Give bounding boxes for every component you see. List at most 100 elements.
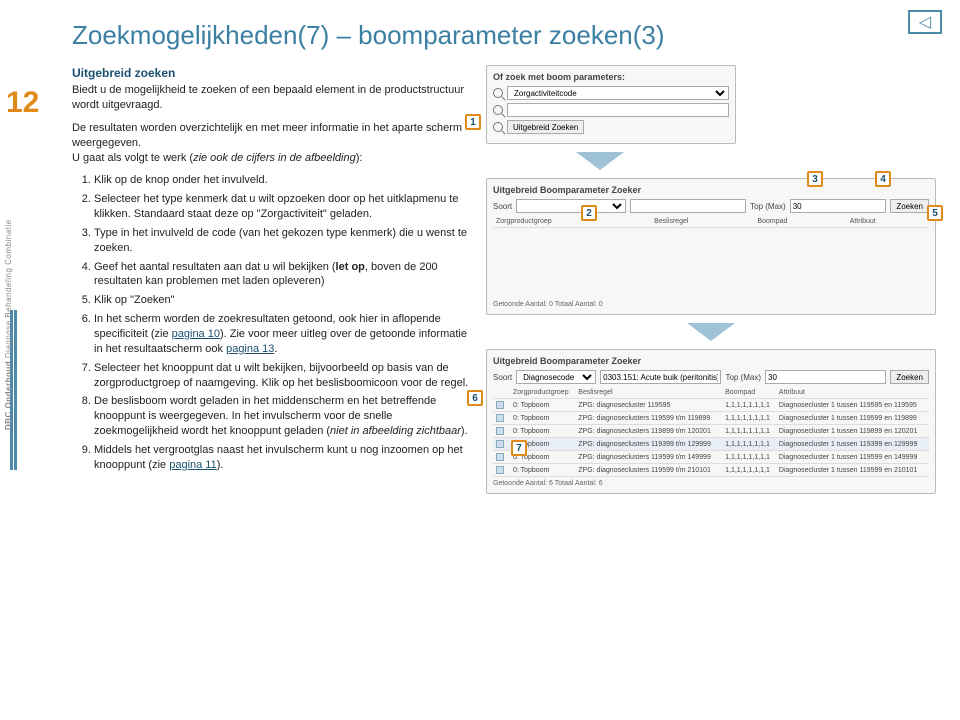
shot2-soort-select[interactable] [516,199,626,213]
callout-6: 6 [467,390,483,406]
step-4: Geef het aantal resultaten aan dat u wil… [94,260,472,290]
table-row[interactable]: 0: TopboomZPG: diagnoseclusters 119599 t… [493,464,929,477]
cell-path: 1,1,1,1,1,1,1,1 [722,425,776,438]
shot2-code-input[interactable] [630,199,746,213]
brand-main: DBC Onderhoud [4,361,13,430]
shot2-top-input[interactable] [790,199,887,213]
shot2-h4: Attribuut [847,216,929,228]
cell-rule: ZPG: diagnoseclusters 119599 t/m 210101 [575,464,722,477]
s8d: ). [461,425,468,437]
shot2-title: Uitgebreid Boomparameter Zoeker [493,185,929,195]
cell-rule: ZPG: diagnoseclusters 119899 t/m 120201 [575,425,722,438]
shot2-footer: Getoonde Aantal: 0 Totaal Aantal: 0 [493,301,929,308]
shot3-soort-label: Soort [493,373,512,382]
shot3-footer: Getoonde Aantal: 6 Totaal Aantal: 6 [493,480,929,487]
callout-4: 4 [875,171,891,187]
cell-attr: Diagnosecluster 1 tussen 119595 en 11959… [776,399,929,412]
shot2-soort-label: Soort [493,202,512,211]
shot2-table: ZorgproductgroepBeslisregelBoompadAttrib… [493,216,929,228]
callout-3: 3 [807,171,823,187]
s4a: Geef het aantal resultaten aan dat u wil… [94,261,336,273]
tree-icon[interactable] [496,427,504,435]
cell-attr: Diagnosecluster 1 tussen 119899 en 12020… [776,425,929,438]
tree-icon-cell[interactable] [493,412,510,425]
shot3-zoek-btn[interactable]: Zoeken [890,370,929,384]
tree-icon[interactable] [496,466,504,474]
shot3-title: Uitgebreid Boomparameter Zoeker [493,356,929,366]
magnifier-icon-2[interactable] [493,105,503,115]
step-6: In het scherm worden de zoekresultaten g… [94,312,472,357]
step-7: Selecteer het knooppunt dat u wilt bekij… [94,361,472,391]
shot3-top-input[interactable] [765,370,886,384]
shot3-code-input[interactable] [600,370,721,384]
brand-sub: Diagnose Behandeling Combinatie [4,219,13,358]
tree-icon-cell[interactable] [493,464,510,477]
callout-2: 2 [581,205,597,221]
s3h4: Attribuut [776,387,929,399]
table-row[interactable]: 0: TopboomZPG: diagnoseclusters 119599 t… [493,412,929,425]
tree-icon[interactable] [496,440,504,448]
intro-p2: De resultaten worden overzichtelijk en m… [72,121,472,166]
step-2: Selecteer het type kenmerk dat u wilt op… [94,192,472,222]
cell-attr: Diagnosecluster 1 tussen 119399 en 12999… [776,438,929,451]
s3h1: Zorgproductgroep [510,387,575,399]
shot1-panel: 1 Of zoek met boom parameters: Zorgactiv… [486,65,736,144]
arrow-down-1 [576,152,624,170]
cell-path: 1,1,1,1,1,1,1,1 [722,464,776,477]
cell-rule: ZPG: diagnosecluster 119595 [575,399,722,412]
intro-p2b: U gaat als volgt te werk ( [72,152,193,164]
intro-p2d: ): [356,152,363,164]
cell-path: 1,1,1,1,1,1,1,1 [722,399,776,412]
intro-heading: Uitgebreid zoeken [72,65,472,81]
s6d[interactable]: pagina 13 [226,343,274,355]
intro-p1: Biedt u de mogelijkheid te zoeken of een… [72,83,472,113]
magnifier-icon-3[interactable] [493,122,503,132]
shot2-panel: 2 3 4 5 Uitgebreid Boomparameter Zoeker … [486,178,936,315]
cell-attr: Diagnosecluster 1 tussen 119599 en 11989… [776,412,929,425]
table-row[interactable]: 0: TopboomZPG: diagnoseclusters 119399 t… [493,438,929,451]
tree-icon[interactable] [496,401,504,409]
table-row[interactable]: 0: TopboomZPG: diagnoseclusters 119899 t… [493,425,929,438]
s9a: Middels het vergrootglas naast het invul… [94,444,463,471]
tree-icon-cell[interactable] [493,425,510,438]
shot1-zoek-btn[interactable]: Uitgebreid Zoeken [507,120,584,134]
shot3-soort-select[interactable]: Diagnosecode [516,370,596,384]
cell-path: 1,1,1,1,1,1,1,1 [722,451,776,464]
page-title: Zoekmogelijkheden(7) – boomparameter zoe… [72,20,936,51]
cell-rule: ZPG: diagnoseclusters 119599 t/m 149999 [575,451,722,464]
shot3-table: ZorgproductgroepBeslisregelBoompadAttrib… [493,387,929,477]
intro-p2a: De resultaten worden overzichtelijk en m… [72,122,462,149]
step-3: Type in het invulveld de code (van het g… [94,226,472,256]
arrow-down-2 [687,323,735,341]
shot1-input[interactable] [507,103,729,117]
tree-icon[interactable] [496,453,504,461]
s6e: . [274,343,277,355]
tree-icon-cell[interactable] [493,399,510,412]
shot3-top-label: Top (Max) [725,373,761,382]
cell-path: 1,1,1,1,1,1,1,1 [722,412,776,425]
s8c: niet in afbeelding zichtbaar [330,425,461,437]
table-row[interactable]: 0: TopboomZPG: diagnoseclusters 119599 t… [493,451,929,464]
tree-icon-cell[interactable] [493,451,510,464]
s9b[interactable]: pagina 11 [169,459,217,471]
tree-icon[interactable] [496,414,504,422]
cell-group: 0: Topboom [510,425,575,438]
shot3-panel: 6 7 Uitgebreid Boomparameter Zoeker Soor… [486,349,936,494]
cell-rule: ZPG: diagnoseclusters 119399 t/m 129999 [575,438,722,451]
nav-prev-glyph: ◁ [919,12,931,32]
s6b[interactable]: pagina 10 [172,328,220,340]
s3h3: Boompad [722,387,776,399]
callout-7: 7 [511,440,527,456]
steps-list: Klik op de knop onder het invulveld. Sel… [72,173,472,472]
table-row[interactable]: 0: TopboomZPG: diagnosecluster 1195951,1… [493,399,929,412]
shot2-zoek-btn[interactable]: Zoeken [890,199,929,213]
step-1: Klik op de knop onder het invulveld. [94,173,472,188]
nav-prev-icon[interactable]: ◁ [908,10,942,34]
magnifier-icon[interactable] [493,88,503,98]
cell-attr: Diagnosecluster 1 tussen 119599 en 21010… [776,464,929,477]
tree-icon-cell[interactable] [493,438,510,451]
cell-group: 0: Topboom [510,464,575,477]
shot1-select[interactable]: Zorgactiviteitcode [507,86,729,100]
cell-group: 0: Topboom [510,399,575,412]
step-5: Klik op "Zoeken" [94,293,472,308]
